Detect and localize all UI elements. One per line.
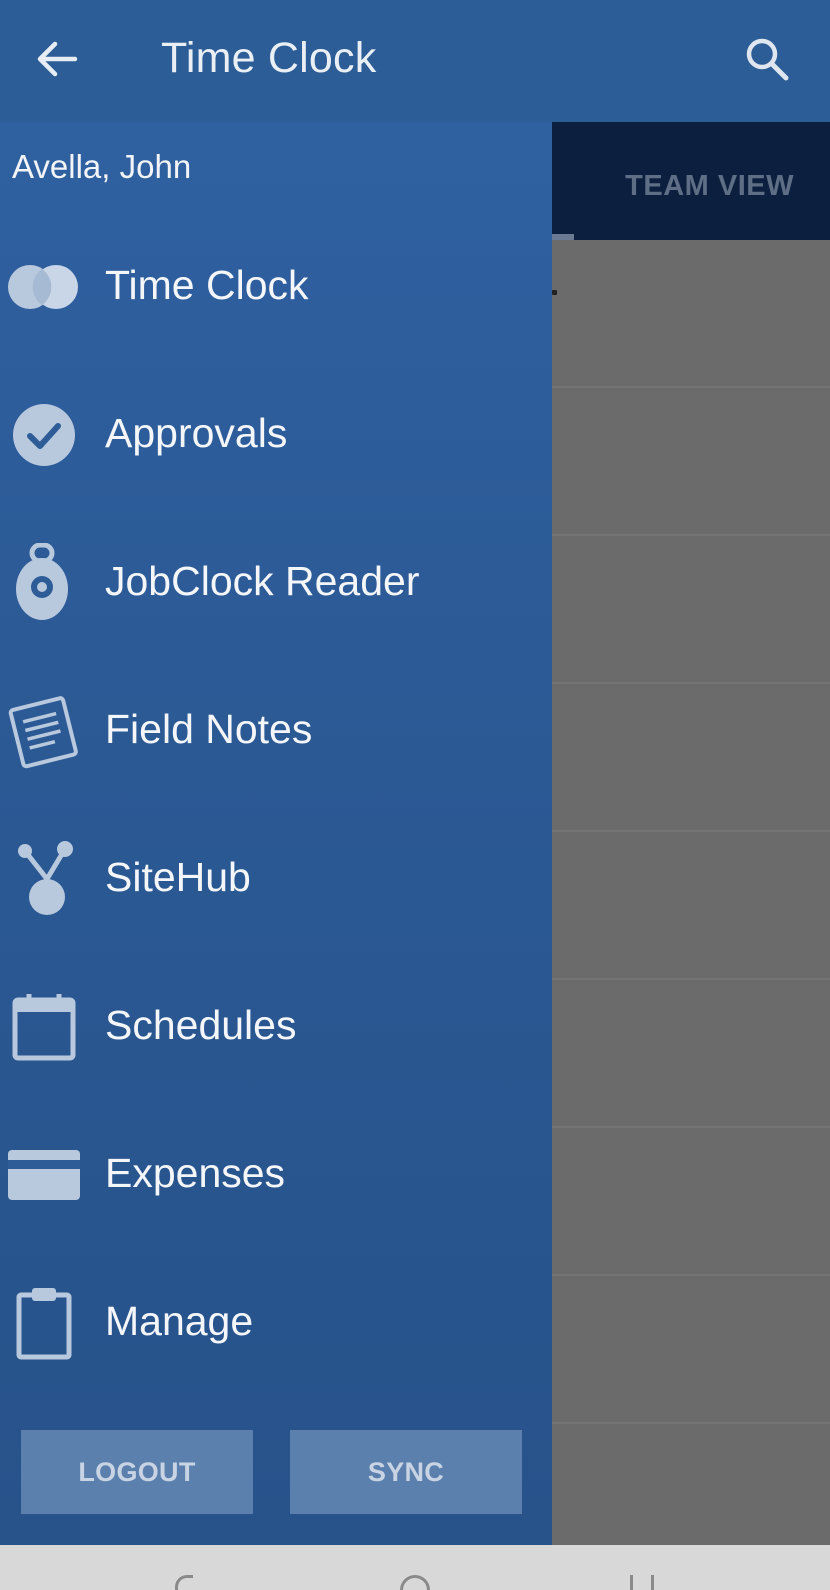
drawer-item-label: Time Clock [105,262,309,308]
logout-button[interactable]: LOGOUT [21,1430,253,1514]
time-clock-icon [6,254,82,320]
navigation-drawer: Avella, John Time Clock Approvals JobClo… [0,122,552,1545]
arrow-left-icon [37,41,78,77]
list-item [552,1276,830,1424]
system-nav-bar [0,1545,830,1590]
list-item [552,536,830,684]
sitehub-icon [6,841,82,915]
list-item [552,980,830,1128]
page-title: Time Clock [161,34,377,82]
user-name: Avella, John [12,148,192,185]
sync-button[interactable]: SYNC [290,1430,522,1514]
drawer-item-schedules[interactable]: Schedules [0,952,552,1100]
app-bar: Time Clock [0,0,830,122]
drawer-item-label: Approvals [105,410,288,456]
drawer-item-field-notes[interactable]: Field Notes [0,656,552,804]
calendar-icon [6,994,82,1061]
list-item [552,388,830,536]
drawer-item-sitehub[interactable]: SiteHub [0,804,552,952]
drawer-item-label: SiteHub [105,854,251,900]
search-icon [746,38,789,81]
drawer-item-manage[interactable]: Manage [0,1248,552,1396]
list-item [552,1128,830,1276]
drawer-item-time-clock[interactable]: Time Clock [0,212,552,360]
drawer-item-label: Field Notes [105,706,313,752]
system-home-icon[interactable] [400,1575,430,1590]
tab-team-view[interactable]: TEAM VIEW [625,170,794,203]
drawer-item-label: JobClock Reader [105,558,420,604]
drawer-item-expenses[interactable]: Expenses [0,1100,552,1248]
clipboard-icon [6,1288,82,1360]
list-item [552,832,830,980]
system-back-icon[interactable] [175,1575,193,1590]
jobclock-icon [6,543,82,620]
drawer-item-label: Schedules [105,1002,297,1048]
drawer-item-jobclock-reader[interactable]: JobClock Reader [0,508,552,656]
notes-icon [6,696,82,769]
tab-bar: TEAM VIEW [552,122,830,240]
list-item [552,240,830,388]
search-button[interactable] [742,34,792,84]
credit-card-icon [6,1142,82,1208]
drawer-menu: Time Clock Approvals JobClock Reader Fie… [0,212,552,1396]
drawer-item-approvals[interactable]: Approvals [0,360,552,508]
drawer-item-label: Expenses [105,1150,286,1196]
system-recents-icon[interactable] [630,1575,654,1590]
drawer-item-label: Manage [105,1298,254,1344]
background-list [552,240,830,1424]
list-item [552,684,830,832]
back-button[interactable] [32,36,82,82]
check-circle-icon [6,402,82,468]
